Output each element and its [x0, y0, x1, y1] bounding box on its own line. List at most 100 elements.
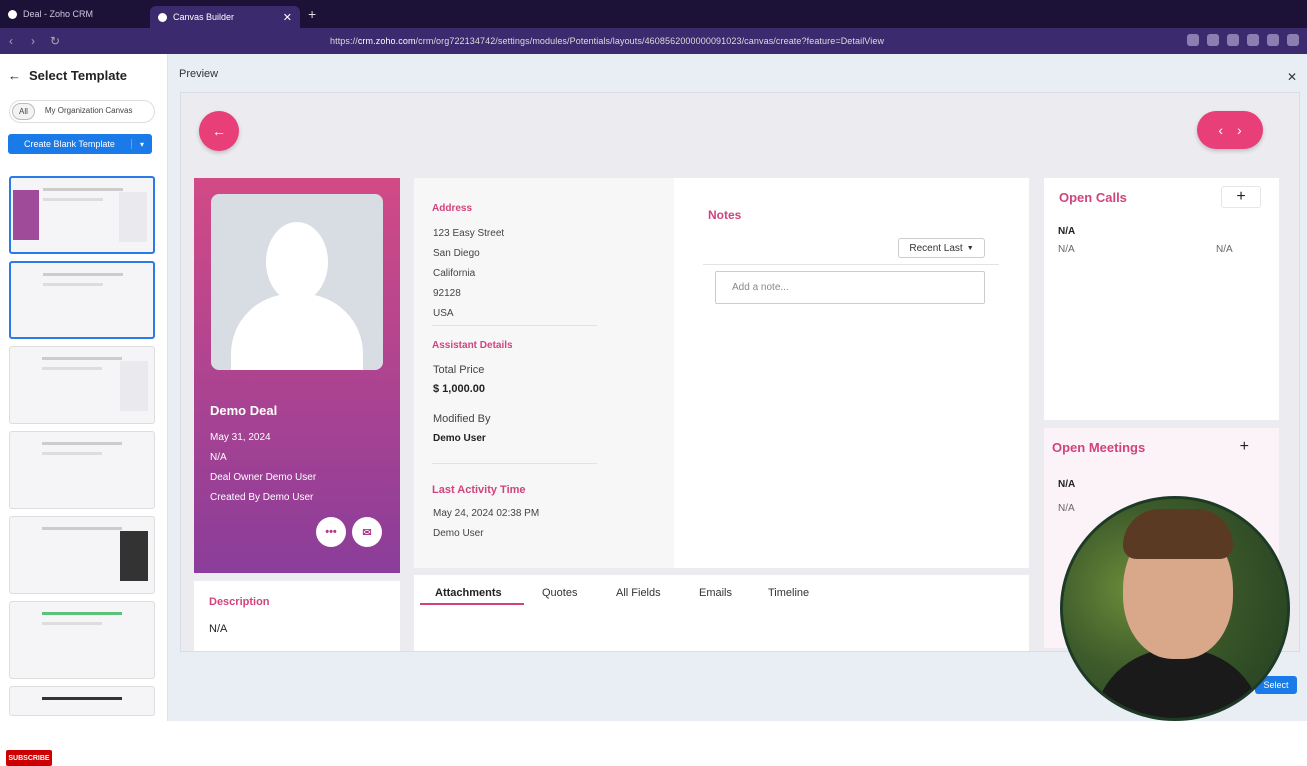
- template-thumbnail[interactable]: [9, 176, 155, 254]
- tab-attachments[interactable]: Attachments: [435, 587, 502, 599]
- template-thumbnail[interactable]: [9, 601, 155, 679]
- url-input[interactable]: https://crm.zoho.com/crm/org722134742/se…: [330, 36, 884, 46]
- open-calls-na: N/A: [1216, 244, 1233, 255]
- address-line: USA: [433, 308, 454, 319]
- browser-tab-bar: Deal - Zoho CRM Canvas Builder ✕ +: [0, 0, 1307, 28]
- tab-quotes[interactable]: Quotes: [542, 587, 577, 599]
- add-meeting-button[interactable]: +: [1240, 438, 1249, 456]
- open-calls-na: N/A: [1058, 226, 1076, 237]
- browser-tab-zoho-crm[interactable]: Deal - Zoho CRM: [0, 3, 150, 25]
- template-thumbnail[interactable]: [9, 261, 155, 339]
- subscribe-badge: SUBSCRIBE: [6, 750, 52, 766]
- divider: [703, 264, 999, 265]
- extension-icon[interactable]: [1207, 34, 1219, 46]
- divider: [432, 463, 597, 464]
- record-navigation: ‹ ›: [1197, 111, 1263, 149]
- close-tab-icon[interactable]: ✕: [283, 11, 292, 24]
- add-call-button[interactable]: +: [1221, 186, 1261, 208]
- webcam-overlay: [1060, 496, 1290, 721]
- close-icon[interactable]: ✕: [1287, 70, 1297, 84]
- arrow-left-icon: ←: [212, 123, 226, 139]
- chevron-down-icon[interactable]: ▾: [132, 140, 152, 149]
- url-path: /crm/org722134742/settings/modules/Poten…: [415, 36, 885, 46]
- address-line: 123 Easy Street: [433, 228, 505, 239]
- email-icon[interactable]: ✉: [352, 517, 382, 547]
- new-tab-icon[interactable]: +: [308, 6, 316, 22]
- chevron-down-icon: ▼: [966, 244, 974, 252]
- template-thumbnail[interactable]: [9, 431, 155, 509]
- divider: [432, 325, 597, 326]
- preview-label: Preview: [179, 68, 219, 80]
- page-title: Select Template: [29, 68, 128, 83]
- tab-emails[interactable]: Emails: [699, 587, 732, 599]
- create-blank-template-button[interactable]: Create Blank Template ▾: [8, 134, 152, 154]
- open-meetings-na: N/A: [1058, 479, 1076, 490]
- back-arrow-button[interactable]: ←: [199, 111, 239, 151]
- back-icon[interactable]: ‹: [0, 34, 22, 48]
- url-prefix: https://: [330, 36, 358, 46]
- last-activity-value: May 24, 2024 02:38 PM: [433, 508, 540, 519]
- open-calls-na: N/A: [1058, 244, 1075, 255]
- tab-label: Canvas Builder: [173, 12, 235, 22]
- last-activity-user: Demo User: [433, 528, 484, 539]
- tab-timeline[interactable]: Timeline: [768, 587, 809, 599]
- extensions-bar: [1187, 34, 1299, 46]
- description-value: N/A: [209, 623, 228, 635]
- details-card: Address 123 Easy Street San Diego Califo…: [414, 178, 1029, 568]
- sidebar-header: ← Select Template: [8, 68, 127, 83]
- sort-label: Recent Last: [909, 242, 963, 254]
- address-heading: Address: [432, 203, 473, 214]
- template-filter: All My Organization Canvas: [9, 100, 155, 123]
- extension-icon[interactable]: [1187, 34, 1199, 46]
- template-thumbnail[interactable]: [9, 346, 155, 424]
- browser-tab-canvas-builder[interactable]: Canvas Builder ✕: [150, 6, 300, 28]
- add-note-input[interactable]: Add a note...: [715, 271, 985, 304]
- last-activity-heading: Last Activity Time: [432, 484, 526, 496]
- zoho-favicon-icon: [8, 9, 17, 19]
- details-column: Address 123 Easy Street San Diego Califo…: [414, 178, 674, 568]
- extension-icon[interactable]: [1247, 34, 1259, 46]
- open-calls-card: Open Calls + N/A N/A N/A: [1044, 178, 1279, 420]
- template-thumbnail[interactable]: [9, 686, 155, 716]
- modified-by-label: Modified By: [433, 413, 491, 425]
- total-price-label: Total Price: [433, 364, 485, 376]
- profile-card: Demo Deal May 31, 2024 N/A Deal Owner De…: [194, 178, 400, 573]
- address-line: California: [433, 268, 476, 279]
- active-tab-indicator: [420, 603, 524, 605]
- extension-icon[interactable]: [1227, 34, 1239, 46]
- description-card: Description N/A: [194, 581, 400, 651]
- open-calls-heading: Open Calls: [1059, 190, 1127, 205]
- avatar: [211, 194, 383, 370]
- chevron-right-icon[interactable]: ›: [1237, 122, 1242, 138]
- filter-all[interactable]: All: [12, 103, 35, 120]
- extension-icon[interactable]: [1267, 34, 1279, 46]
- back-arrow-icon[interactable]: ←: [8, 68, 21, 83]
- deal-name: Demo Deal: [210, 403, 278, 418]
- address-bar: ‹ › ↻ https://crm.zoho.com/crm/org722134…: [0, 28, 1307, 54]
- chevron-left-icon[interactable]: ‹: [1218, 122, 1223, 138]
- address-line: 92128: [433, 288, 461, 299]
- created-by: Created By Demo User: [210, 492, 314, 503]
- forward-icon[interactable]: ›: [22, 34, 44, 48]
- assistant-details-heading: Assistant Details: [432, 340, 513, 351]
- template-thumbnail[interactable]: [9, 516, 155, 594]
- description-heading: Description: [209, 596, 270, 608]
- tab-label: Deal - Zoho CRM: [23, 9, 94, 19]
- create-blank-template-label: Create Blank Template: [8, 139, 132, 149]
- total-price-value: $ 1,000.00: [433, 383, 485, 395]
- related-tabs: Attachments Quotes All Fields Emails Tim…: [414, 575, 1029, 651]
- more-options-icon[interactable]: •••: [316, 517, 346, 547]
- notes-sort-dropdown[interactable]: Recent Last ▼: [898, 238, 985, 258]
- extension-icon[interactable]: [1287, 34, 1299, 46]
- template-sidebar: ← Select Template All My Organization Ca…: [0, 54, 168, 766]
- tab-all-fields[interactable]: All Fields: [616, 587, 661, 599]
- deal-na: N/A: [210, 452, 227, 463]
- open-meetings-heading: Open Meetings: [1052, 440, 1146, 455]
- zoho-favicon-icon: [158, 12, 167, 22]
- filter-my-organization-canvas[interactable]: My Organization Canvas: [39, 103, 139, 120]
- address-line: San Diego: [433, 248, 480, 259]
- reload-icon[interactable]: ↻: [44, 34, 66, 48]
- modified-by-value: Demo User: [433, 433, 486, 444]
- notes-heading: Notes: [708, 208, 742, 222]
- deal-owner: Deal Owner Demo User: [210, 472, 317, 483]
